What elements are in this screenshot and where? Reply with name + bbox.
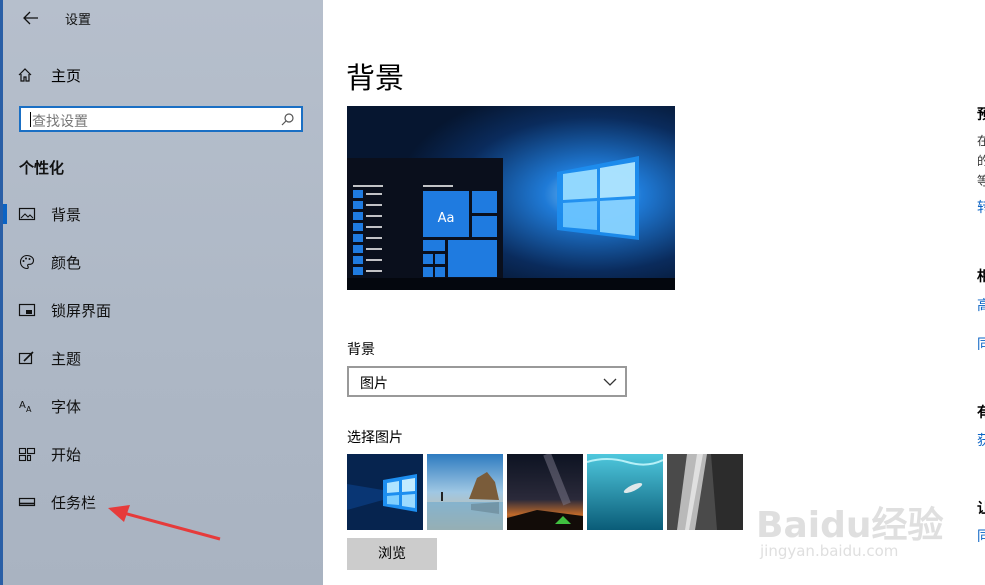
main-content: 背景 Aa 背景 图片 选择图片 浏览 预 在 的 等 转 相 高 同 有 获 … — [323, 0, 985, 585]
lock-screen-icon — [18, 303, 36, 317]
picture-icon — [18, 207, 36, 221]
night-sky-tent-thumbnail[interactable] — [507, 454, 583, 530]
svg-text:A: A — [26, 405, 32, 414]
related-link[interactable]: 高 — [977, 295, 985, 315]
underwater-swimmer-thumbnail[interactable] — [587, 454, 663, 530]
night-sky-image — [507, 454, 583, 530]
background-type-label: 背景 — [347, 342, 375, 358]
sidebar-item-label: 开始 — [51, 446, 82, 464]
rock-cliff-thumbnail[interactable] — [667, 454, 743, 530]
sidebar-item-lock-screen[interactable]: 锁屏界面 — [3, 292, 320, 328]
background-type-dropdown[interactable]: 图片 — [347, 366, 627, 397]
page-title: 背景 — [346, 61, 405, 95]
palette-icon — [19, 254, 35, 270]
selected-indicator — [3, 204, 7, 224]
sidebar-item-label: 任务栏 — [51, 494, 97, 512]
rock-cliff-image — [667, 454, 743, 530]
related-heading: 有 — [977, 405, 985, 421]
browse-button[interactable]: 浏览 — [347, 538, 437, 570]
sidebar-item-fonts[interactable]: AA 字体 — [3, 388, 320, 424]
related-link[interactable]: 转 — [977, 197, 985, 217]
sidebar-item-label: 主题 — [51, 350, 82, 368]
dropdown-value: 图片 — [360, 376, 388, 392]
home-label: 主页 — [51, 66, 82, 85]
search-input[interactable]: 查找设置 — [19, 106, 303, 132]
related-text: 在 — [977, 134, 985, 148]
svg-text:A: A — [19, 400, 26, 411]
taskbar-icon — [18, 497, 36, 507]
related-link[interactable]: 获 — [977, 430, 985, 450]
windows-hero-image — [347, 454, 423, 530]
sidebar-item-label: 颜色 — [51, 254, 82, 272]
search-icon — [281, 113, 294, 126]
start-icon — [18, 447, 36, 462]
underwater-image — [587, 454, 663, 530]
sidebar-item-label: 字体 — [51, 398, 82, 416]
preview-tile-text: Aa — [438, 211, 455, 226]
related-link[interactable]: 同 — [977, 334, 985, 354]
sidebar-item-background[interactable]: 背景 — [3, 196, 320, 232]
related-heading: 预 — [977, 107, 985, 123]
annotation-arrow — [108, 505, 221, 541]
beach-rock-thumbnail[interactable] — [427, 454, 503, 530]
chevron-down-icon — [603, 378, 617, 386]
sidebar-item-start[interactable]: 开始 — [3, 436, 320, 472]
back-arrow-icon — [23, 11, 38, 25]
related-heading: 相 — [977, 269, 985, 285]
app-title: 设置 — [65, 13, 92, 28]
search-placeholder: 查找设置 — [32, 114, 88, 130]
choose-picture-label: 选择图片 — [347, 430, 403, 446]
sidebar: 设置 主页 查找设置 个性化 背景 颜色 锁屏界面 主题 AA 字体 开始 任务… — [3, 0, 323, 585]
sidebar-item-label: 背景 — [51, 206, 82, 224]
windows-wallpaper-image: Aa — [347, 106, 675, 290]
sidebar-item-themes[interactable]: 主题 — [3, 340, 320, 376]
related-heading: 让 — [977, 501, 985, 517]
windows-hero-thumbnail[interactable] — [347, 454, 423, 530]
home-icon — [18, 68, 32, 82]
sidebar-item-label: 锁屏界面 — [51, 302, 112, 320]
sidebar-item-colors[interactable]: 颜色 — [3, 244, 320, 280]
related-link[interactable]: 同 — [977, 526, 985, 546]
back-button[interactable] — [17, 6, 45, 30]
text-caret — [30, 112, 31, 127]
related-settings-column: 预 在 的 等 转 相 高 同 有 获 让 同 — [977, 100, 985, 560]
related-text: 等 — [977, 174, 985, 188]
beach-rock-image — [427, 454, 503, 530]
related-text: 的 — [977, 154, 985, 168]
section-title: 个性化 — [19, 159, 65, 177]
theme-icon — [18, 351, 34, 365]
background-preview: Aa — [347, 106, 675, 290]
font-icon: AA — [19, 400, 32, 414]
sidebar-item-home[interactable]: 主页 — [17, 62, 81, 88]
